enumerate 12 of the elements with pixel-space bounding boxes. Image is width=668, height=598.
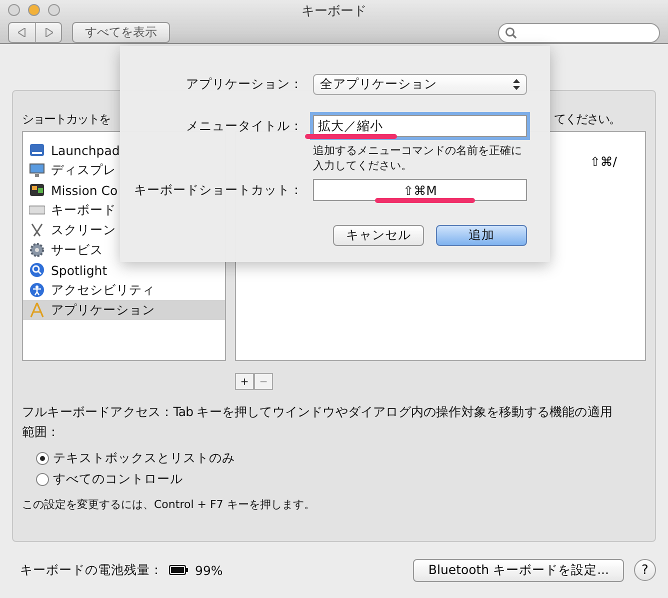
- battery-percentage: 99%: [195, 562, 223, 578]
- note-text: この設定を変更するには、Control + F7 キーを押します。: [22, 497, 316, 512]
- shortcut-keys: ⇧⌘/: [590, 154, 617, 360]
- application-label: アプリケーション：: [186, 76, 303, 93]
- window-title: キーボード: [302, 3, 366, 20]
- shortcut-label: キーボードショートカット：: [134, 182, 303, 198]
- battery-label: キーボードの電池残量：: [20, 562, 163, 578]
- instruction-text: てください。: [554, 111, 620, 128]
- menu-title-label: メニュータイトル：: [186, 118, 303, 134]
- hint-text: 追加するメニューコマンドの名前を正確に入力してください。: [313, 143, 523, 173]
- description-text: フルキーボードアクセス：Tab キーを押してウインドウやダイアログ内の操作対象を移動する機能の適用範囲：: [22, 403, 614, 441]
- instruction-text: ショートカットを: [22, 111, 110, 128]
